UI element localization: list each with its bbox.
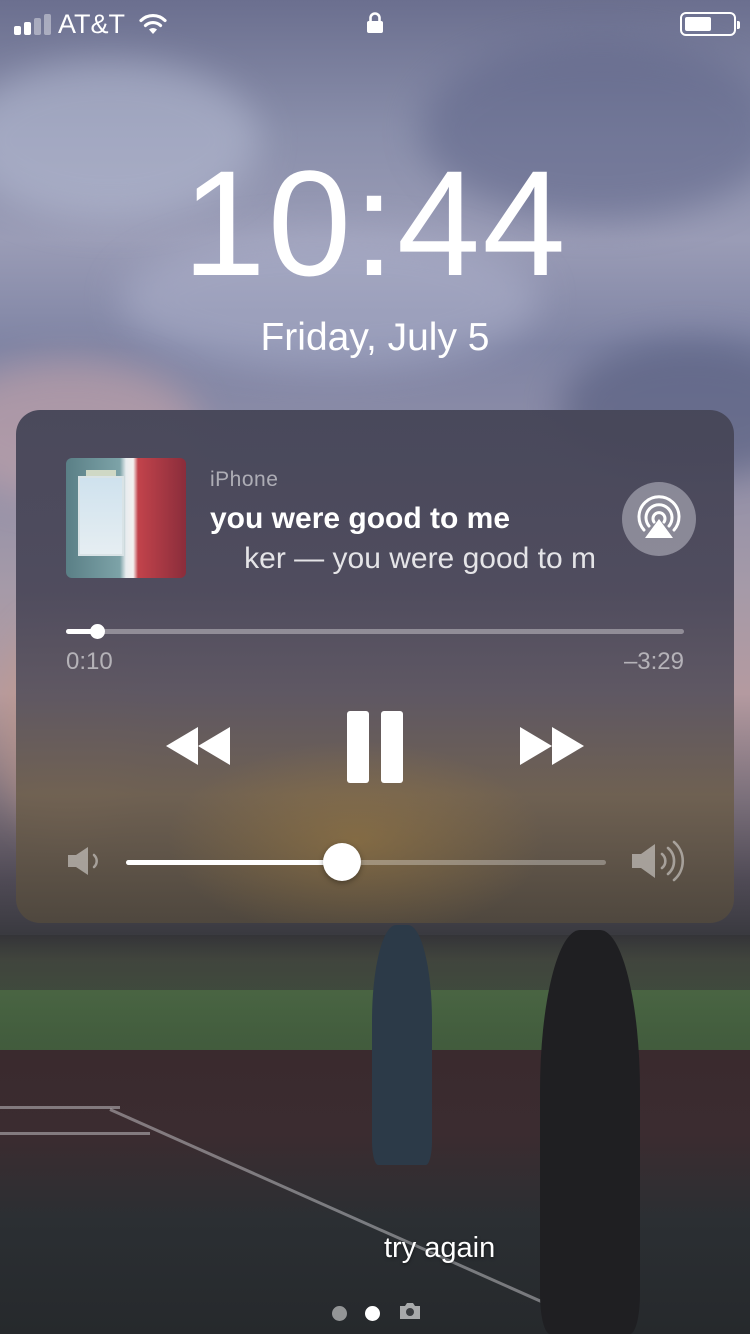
- signal-strength-icon: [14, 14, 51, 35]
- fast-forward-icon: [520, 727, 584, 765]
- page-dot[interactable]: [332, 1306, 347, 1321]
- remaining-time: –3:29: [623, 648, 684, 675]
- album-artwork[interactable]: [66, 458, 186, 578]
- carrier-name: AT&T: [58, 9, 125, 39]
- battery-icon: [680, 12, 740, 36]
- volume-knob[interactable]: [323, 843, 361, 881]
- progress-scrubber[interactable]: [66, 624, 684, 639]
- progress-knob[interactable]: [89, 624, 105, 639]
- artist-line: ker — you were good to m: [244, 542, 596, 575]
- now-playing-widget: iPhone you were good to me ker — you wer…: [16, 410, 734, 923]
- story-caption: try again: [384, 1232, 496, 1264]
- elapsed-time: 0:10: [66, 648, 113, 675]
- playback-source: iPhone: [210, 468, 279, 491]
- rewind-button[interactable]: [164, 725, 234, 772]
- volume-slider[interactable]: [126, 843, 606, 881]
- status-bar: AT&T: [0, 0, 750, 50]
- pause-icon: [347, 711, 403, 783]
- volume-low-icon: [66, 844, 106, 883]
- lockscreen-date: Friday, July 5: [260, 316, 490, 359]
- lock-screen: AT&T 10:44 Friday, July 5 iPhone you wer…: [0, 0, 750, 1334]
- lock-icon: [366, 12, 384, 39]
- artist-marquee: ker — you were good to m: [198, 542, 596, 582]
- pause-button[interactable]: [346, 710, 404, 789]
- fast-forward-button[interactable]: [516, 725, 586, 772]
- rewind-icon: [166, 727, 230, 765]
- airplay-icon: [637, 495, 681, 538]
- wifi-icon: [138, 12, 168, 41]
- song-title: you were good to me: [210, 502, 511, 535]
- camera-icon[interactable]: [398, 1302, 422, 1325]
- lockscreen-time: 10:44: [182, 139, 568, 307]
- volume-fill: [126, 860, 342, 865]
- volume-high-icon: [630, 840, 690, 887]
- airplay-button[interactable]: [622, 482, 696, 556]
- page-indicator[interactable]: [332, 1302, 422, 1325]
- page-dot-active[interactable]: [365, 1306, 380, 1321]
